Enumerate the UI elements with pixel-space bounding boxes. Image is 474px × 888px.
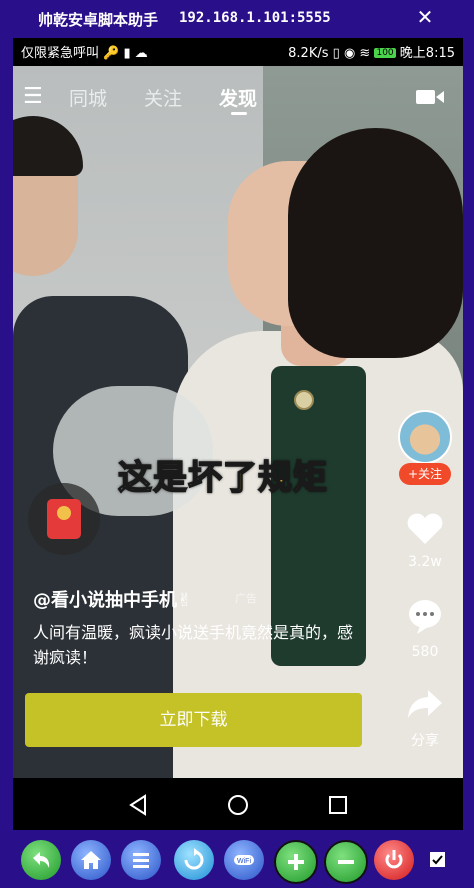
share-label: 分享	[411, 733, 439, 749]
eye-icon: ◉	[343, 46, 356, 61]
heart-icon[interactable]	[396, 510, 454, 548]
post-description: 人间有温暖，疯读小说送手机竟然是真的，感谢疯读！	[33, 623, 354, 667]
red-packet-button[interactable]	[28, 483, 100, 555]
like-count: 3.2w	[408, 554, 442, 570]
window-title: 帅乾安卓脚本助手	[38, 11, 159, 29]
android-statusbar: 仅限紧急呼叫 🔑 ▮ ☁ 8.2K/s ▯ ◉ ≋ 100 晚上8:15	[13, 38, 463, 64]
coin-icon	[57, 506, 71, 520]
author-avatar[interactable]	[398, 410, 452, 464]
zoom-out-icon[interactable]	[324, 840, 368, 884]
network-speed: 8.2K/s	[288, 46, 329, 61]
share-icon[interactable]	[396, 684, 454, 724]
active-tab-indicator	[231, 112, 247, 115]
phone-screen: 仅限紧急呼叫 🔑 ▮ ☁ 8.2K/s ▯ ◉ ≋ 100 晚上8:15 ☰ 同…	[13, 38, 463, 830]
back-icon[interactable]	[21, 840, 61, 880]
close-icon[interactable]: ✕	[413, 5, 437, 31]
power-icon[interactable]	[374, 840, 414, 880]
notification-icon: ▮	[123, 46, 131, 61]
comment-count: 580	[411, 644, 439, 660]
tab-faxian[interactable]: 发现	[219, 84, 257, 111]
status-right: 8.2K/s ▯ ◉ ≋ 100 晚上8:15	[288, 42, 455, 61]
vibrate-icon: ▯	[332, 46, 340, 61]
window-titlebar: 帅乾安卓脚本助手 192.168.1.101:5555 ✕	[0, 0, 474, 38]
tab-guanzhu[interactable]: 关注	[144, 84, 182, 111]
home-icon[interactable]	[71, 840, 111, 880]
wifi-icon[interactable]: WiFi	[224, 840, 264, 880]
key-icon: 🔑	[103, 46, 120, 61]
nav-back-icon[interactable]	[123, 790, 153, 820]
tab-tongcheng[interactable]: 同城	[69, 84, 107, 111]
comment-icon[interactable]	[396, 596, 454, 636]
ad-tag: 广告	[235, 592, 257, 605]
toggle-checkbox[interactable]	[430, 852, 445, 867]
menu-icon[interactable]	[121, 840, 161, 880]
caption-plain: 这是	[117, 457, 188, 499]
battery-icon: 100	[374, 48, 396, 58]
helper-toolbar: WiFi	[0, 832, 474, 888]
emergency-only-text: 仅限紧急呼叫	[21, 46, 100, 61]
live-camera-icon[interactable]	[416, 88, 444, 106]
post-username[interactable]: @看小说抽中手机✌	[33, 586, 192, 612]
cloud-icon: ☁	[134, 46, 148, 61]
device-address: 192.168.1.101:5555	[179, 10, 331, 26]
caption-highlight: 坏了规矩	[187, 457, 328, 499]
refresh-icon[interactable]	[174, 840, 214, 880]
clock: 晚上8:15	[399, 46, 455, 61]
zoom-in-icon[interactable]	[274, 840, 318, 884]
video-brooch	[294, 390, 314, 410]
wifi-status-icon: ≋	[359, 46, 371, 61]
download-now-button[interactable]: 立即下载	[25, 693, 362, 747]
follow-button[interactable]: +关注	[399, 463, 451, 485]
nav-recents-icon[interactable]	[323, 790, 353, 820]
video-caption: 这是坏了规矩	[117, 450, 328, 499]
status-left: 仅限紧急呼叫 🔑 ▮ ☁	[21, 42, 148, 61]
hamburger-menu-icon[interactable]: ☰	[23, 84, 43, 109]
svg-text:WiFi: WiFi	[237, 858, 251, 865]
video-person-man-hair	[13, 116, 83, 176]
feed-tabs: ☰ 同城 关注 发现	[13, 82, 463, 122]
video-person-woman-hair	[288, 128, 463, 358]
nav-home-icon[interactable]	[223, 790, 253, 820]
android-navbar	[13, 778, 463, 830]
